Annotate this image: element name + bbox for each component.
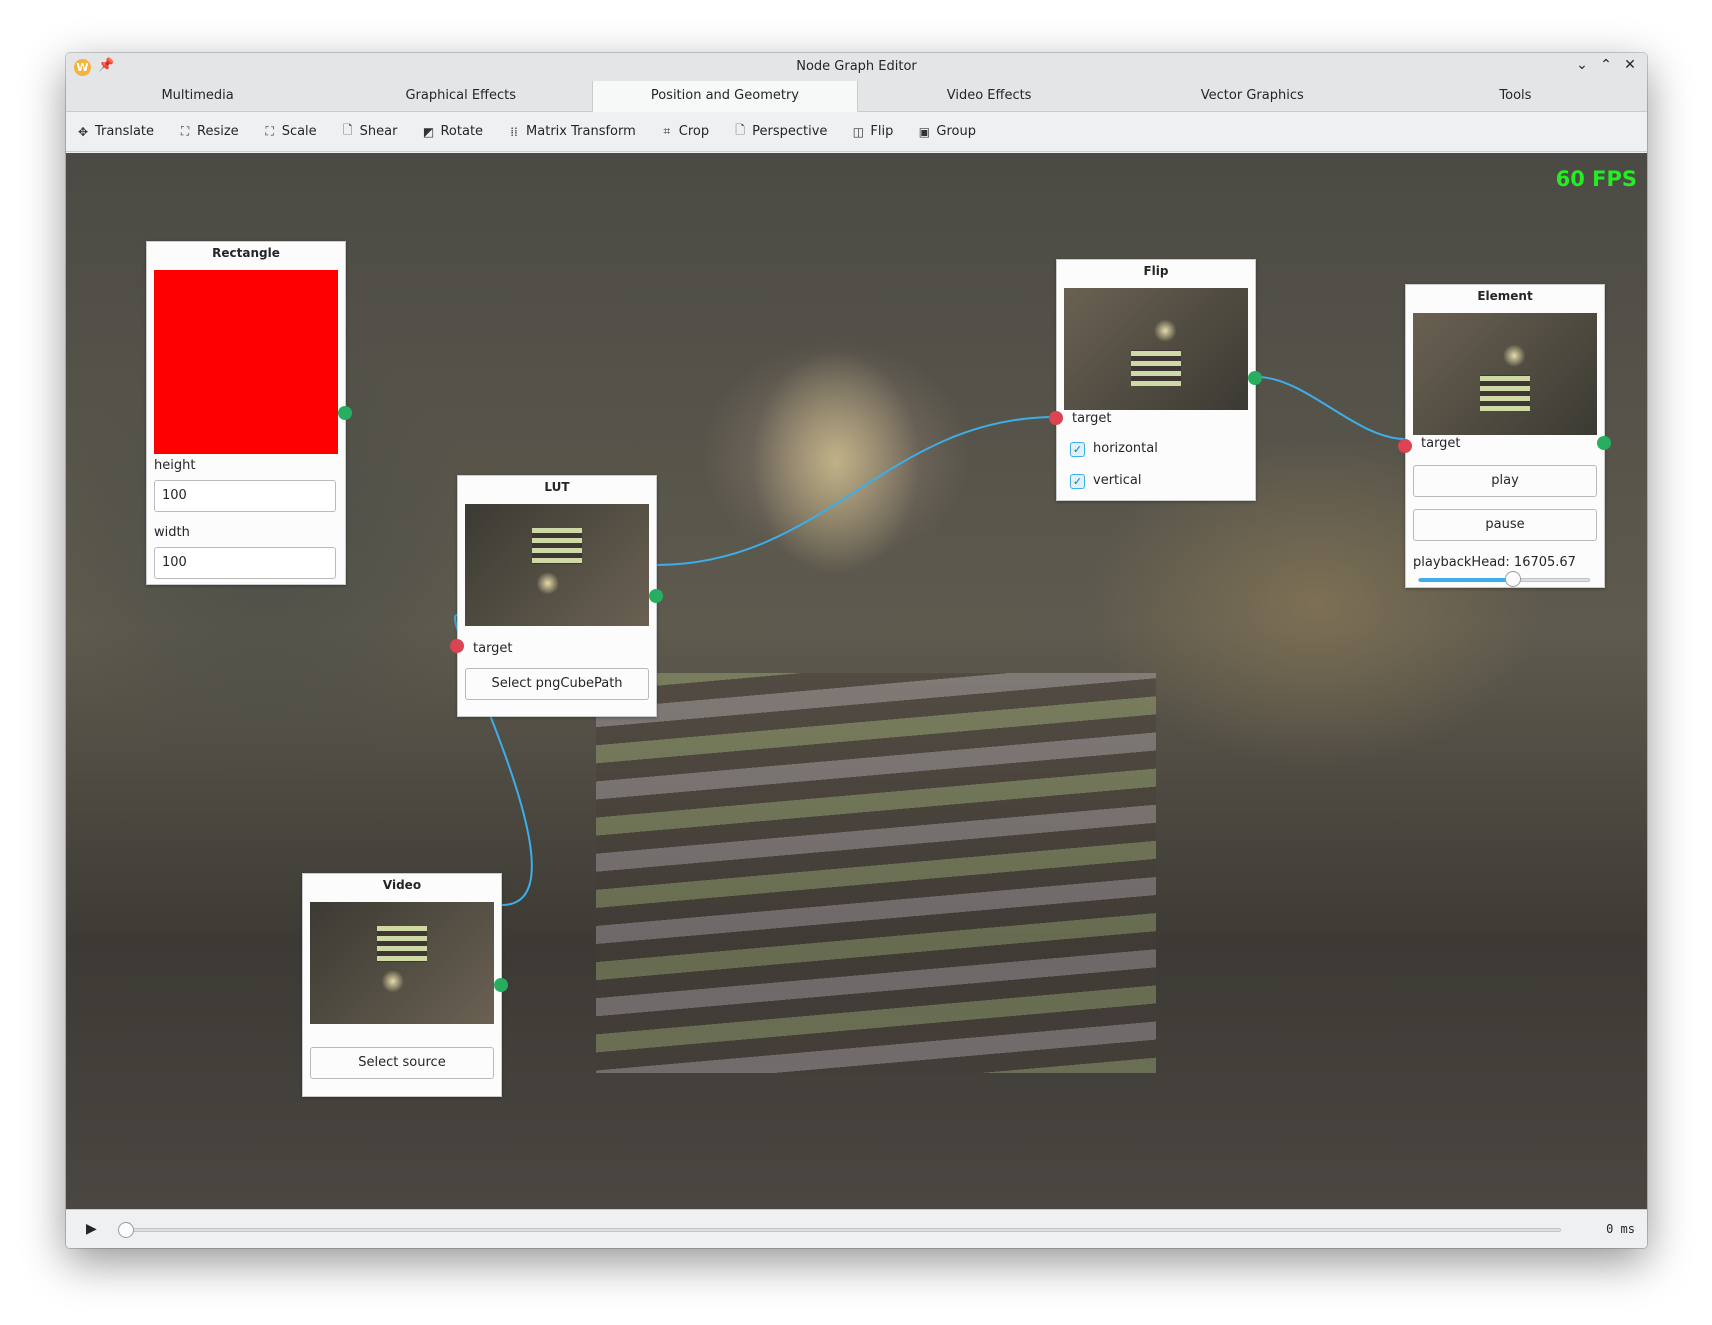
node-title: LUT (544, 480, 570, 494)
close-icon[interactable]: ✕ (1623, 57, 1637, 73)
group-button[interactable]: ▣ Group (917, 124, 976, 139)
element-preview-thumbnail (1413, 313, 1597, 435)
tab-position-and-geometry[interactable]: Position and Geometry (592, 81, 858, 112)
tab-multimedia[interactable]: Multimedia (66, 81, 329, 111)
select-source-button[interactable]: Select source (310, 1047, 494, 1079)
shear-button[interactable]: 🗋 Shear (341, 121, 398, 142)
translate-button[interactable]: ✥ Translate (76, 124, 154, 139)
rectangle-node[interactable]: Rectangle height 100 width 100 (146, 241, 352, 585)
toolbar: ✥ Translate ⛶ Resize ⛶ Scale 🗋 Shear ◩ Rotate… (66, 112, 1647, 152)
timeline-slider[interactable] (126, 1228, 1561, 1232)
document-icon: 🗋 (342, 123, 353, 137)
rotate-button[interactable]: ◩ Rotate (421, 124, 483, 139)
playback-head-slider[interactable] (1418, 571, 1590, 587)
node-graph-editor-window: W 📌 Node Graph Editor ⌄ ⌃ ✕ Multimedia G… (66, 53, 1647, 1248)
play-icon[interactable]: ▶ (86, 1221, 97, 1237)
output-port[interactable] (338, 406, 352, 420)
scale-icon: ⛶ (265, 124, 274, 138)
target-input-port[interactable] (1398, 439, 1412, 453)
window-title: Node Graph Editor (796, 59, 917, 74)
video-node[interactable]: Video Select source (302, 873, 508, 1097)
output-port[interactable] (494, 978, 508, 992)
group-icon: ▣ (918, 124, 931, 139)
flip-preview-thumbnail (1064, 288, 1248, 410)
rotate-icon: ◩ (422, 124, 435, 139)
tab-bar: Multimedia Graphical Effects Position an… (66, 81, 1647, 112)
output-port[interactable] (1597, 436, 1611, 450)
rectangle-preview (154, 270, 338, 454)
wire-flip-to-element (1256, 376, 1406, 440)
flip-button[interactable]: ◫ Flip (851, 124, 894, 139)
timeline-bar: ▶ 0 ms (66, 1209, 1647, 1248)
output-port[interactable] (649, 589, 663, 603)
timeline-handle[interactable] (118, 1222, 134, 1238)
resize-button[interactable]: ⛶ Resize (178, 124, 239, 139)
slider-fill (1419, 578, 1513, 582)
tab-graphical-effects[interactable]: Graphical Effects (329, 81, 592, 111)
target-label: target (1421, 436, 1461, 451)
lut-preview-thumbnail (465, 504, 649, 626)
title-bar: W 📌 Node Graph Editor ⌄ ⌃ ✕ (66, 53, 1647, 81)
tab-vector-graphics[interactable]: Vector Graphics (1121, 81, 1384, 111)
flip-icon: ◫ (852, 124, 865, 139)
target-input-port[interactable] (1049, 411, 1063, 425)
horizontal-label: horizontal (1093, 441, 1158, 456)
playback-head-label: playbackHead: 16705.67 (1413, 555, 1576, 570)
move-icon: ✥ (77, 124, 89, 139)
node-title: Element (1477, 289, 1533, 303)
document-icon: 🗋 (735, 123, 745, 137)
height-field[interactable]: 100 (154, 480, 336, 512)
tab-tools[interactable]: Tools (1384, 81, 1647, 111)
width-label: width (154, 525, 190, 540)
matrix-transform-button[interactable]: ⁞⁞ Matrix Transform (507, 124, 636, 139)
flip-node[interactable]: Flip target ✓ horizontal ✓ vertical (1049, 259, 1262, 501)
maximize-icon[interactable]: ⌃ (1599, 57, 1613, 73)
crop-button[interactable]: ⌗ Crop (660, 124, 709, 139)
play-button[interactable]: play (1413, 465, 1597, 497)
node-title: Flip (1143, 264, 1169, 278)
pause-button[interactable]: pause (1413, 509, 1597, 541)
node-title: Video (382, 878, 422, 892)
perspective-button[interactable]: 🗋 Perspective (733, 121, 827, 142)
target-label: target (473, 641, 513, 656)
node-title: Rectangle (212, 246, 280, 260)
element-node[interactable]: Element target play pause playbackHead: … (1398, 284, 1611, 588)
target-input-port[interactable] (450, 639, 464, 653)
vertical-label: vertical (1093, 473, 1142, 488)
fps-counter: 60 FPS (1555, 167, 1637, 191)
grid-dots-icon: ⁞⁞ (510, 124, 518, 139)
height-label: height (154, 458, 196, 473)
crop-icon: ⌗ (663, 124, 671, 138)
lut-node[interactable]: LUT target Select pngCubePath (450, 475, 663, 717)
tab-video-effects[interactable]: Video Effects (858, 81, 1121, 111)
horizontal-checkbox[interactable]: ✓ (1070, 442, 1085, 457)
minimize-icon[interactable]: ⌄ (1575, 57, 1589, 73)
wire-lut-to-flip (655, 416, 1057, 566)
vertical-checkbox[interactable]: ✓ (1070, 474, 1085, 489)
timeline-time: 0 ms (1606, 1222, 1635, 1236)
width-field[interactable]: 100 (154, 547, 336, 579)
resize-icon: ⛶ (180, 124, 190, 138)
node-canvas[interactable]: 60 FPS Rectangle height 100 width 100 LU… (66, 153, 1647, 1209)
video-preview-thumbnail (310, 902, 494, 1024)
target-label: target (1072, 411, 1112, 426)
select-pngcubepath-button[interactable]: Select pngCubePath (465, 668, 649, 700)
output-port[interactable] (1248, 371, 1262, 385)
slider-handle[interactable] (1504, 571, 1521, 587)
scale-button[interactable]: ⛶ Scale (263, 124, 316, 139)
